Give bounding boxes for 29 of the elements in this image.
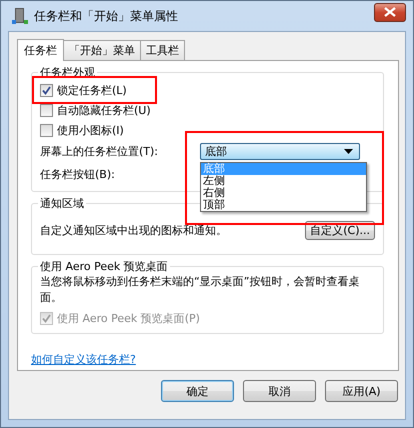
group-title: 通知区域 xyxy=(39,196,85,211)
description-text: 自定义通知区域中出现的图标和通知。 xyxy=(40,223,227,238)
dialog-button[interactable]: 确定 xyxy=(161,380,234,402)
checkbox[interactable] xyxy=(40,84,53,96)
app-icon xyxy=(12,7,28,25)
dropdown-option[interactable]: 左侧 xyxy=(201,175,366,187)
position-dropdown[interactable]: 底部 xyxy=(200,143,360,160)
close-icon xyxy=(384,7,396,17)
buttons-label: 任务栏按钮(B): xyxy=(40,167,116,182)
checkbox[interactable] xyxy=(40,104,53,116)
tab[interactable]: 「开始」菜单 xyxy=(63,40,141,60)
checkbox-label: 自动隐藏任务栏(U) xyxy=(57,102,151,118)
checkbox-label: 使用 Aero Peek 预览桌面(P) xyxy=(57,310,200,326)
window-title: 任务栏和「开始」菜单属性 xyxy=(34,8,179,24)
checkbox-label: 使用小图标(I) xyxy=(57,122,124,138)
tab[interactable]: 工具栏 xyxy=(140,40,185,60)
dialog-button[interactable]: 取消 xyxy=(243,380,316,402)
checkbox[interactable] xyxy=(40,124,53,136)
caret-icon xyxy=(344,149,353,154)
position-label: 屏幕上的任务栏位置(T): xyxy=(40,144,160,159)
description-text: 当您将鼠标移动到任务栏末端的“显示桌面”按钮时，会暂时查看桌面。 xyxy=(40,274,360,306)
dropdown-option[interactable]: 顶部 xyxy=(201,199,366,211)
tab[interactable]: 任务栏 xyxy=(17,39,64,61)
checkbox-label: 锁定任务栏(L) xyxy=(57,82,127,98)
help-link[interactable]: 如何自定义该任务栏? xyxy=(31,352,136,367)
dialog-button[interactable]: 应用(A) xyxy=(325,380,398,402)
group-title: 使用 Aero Peek 预览桌面 xyxy=(39,259,169,274)
close-button[interactable] xyxy=(374,2,406,22)
dropdown-option[interactable]: 右侧 xyxy=(201,187,366,199)
